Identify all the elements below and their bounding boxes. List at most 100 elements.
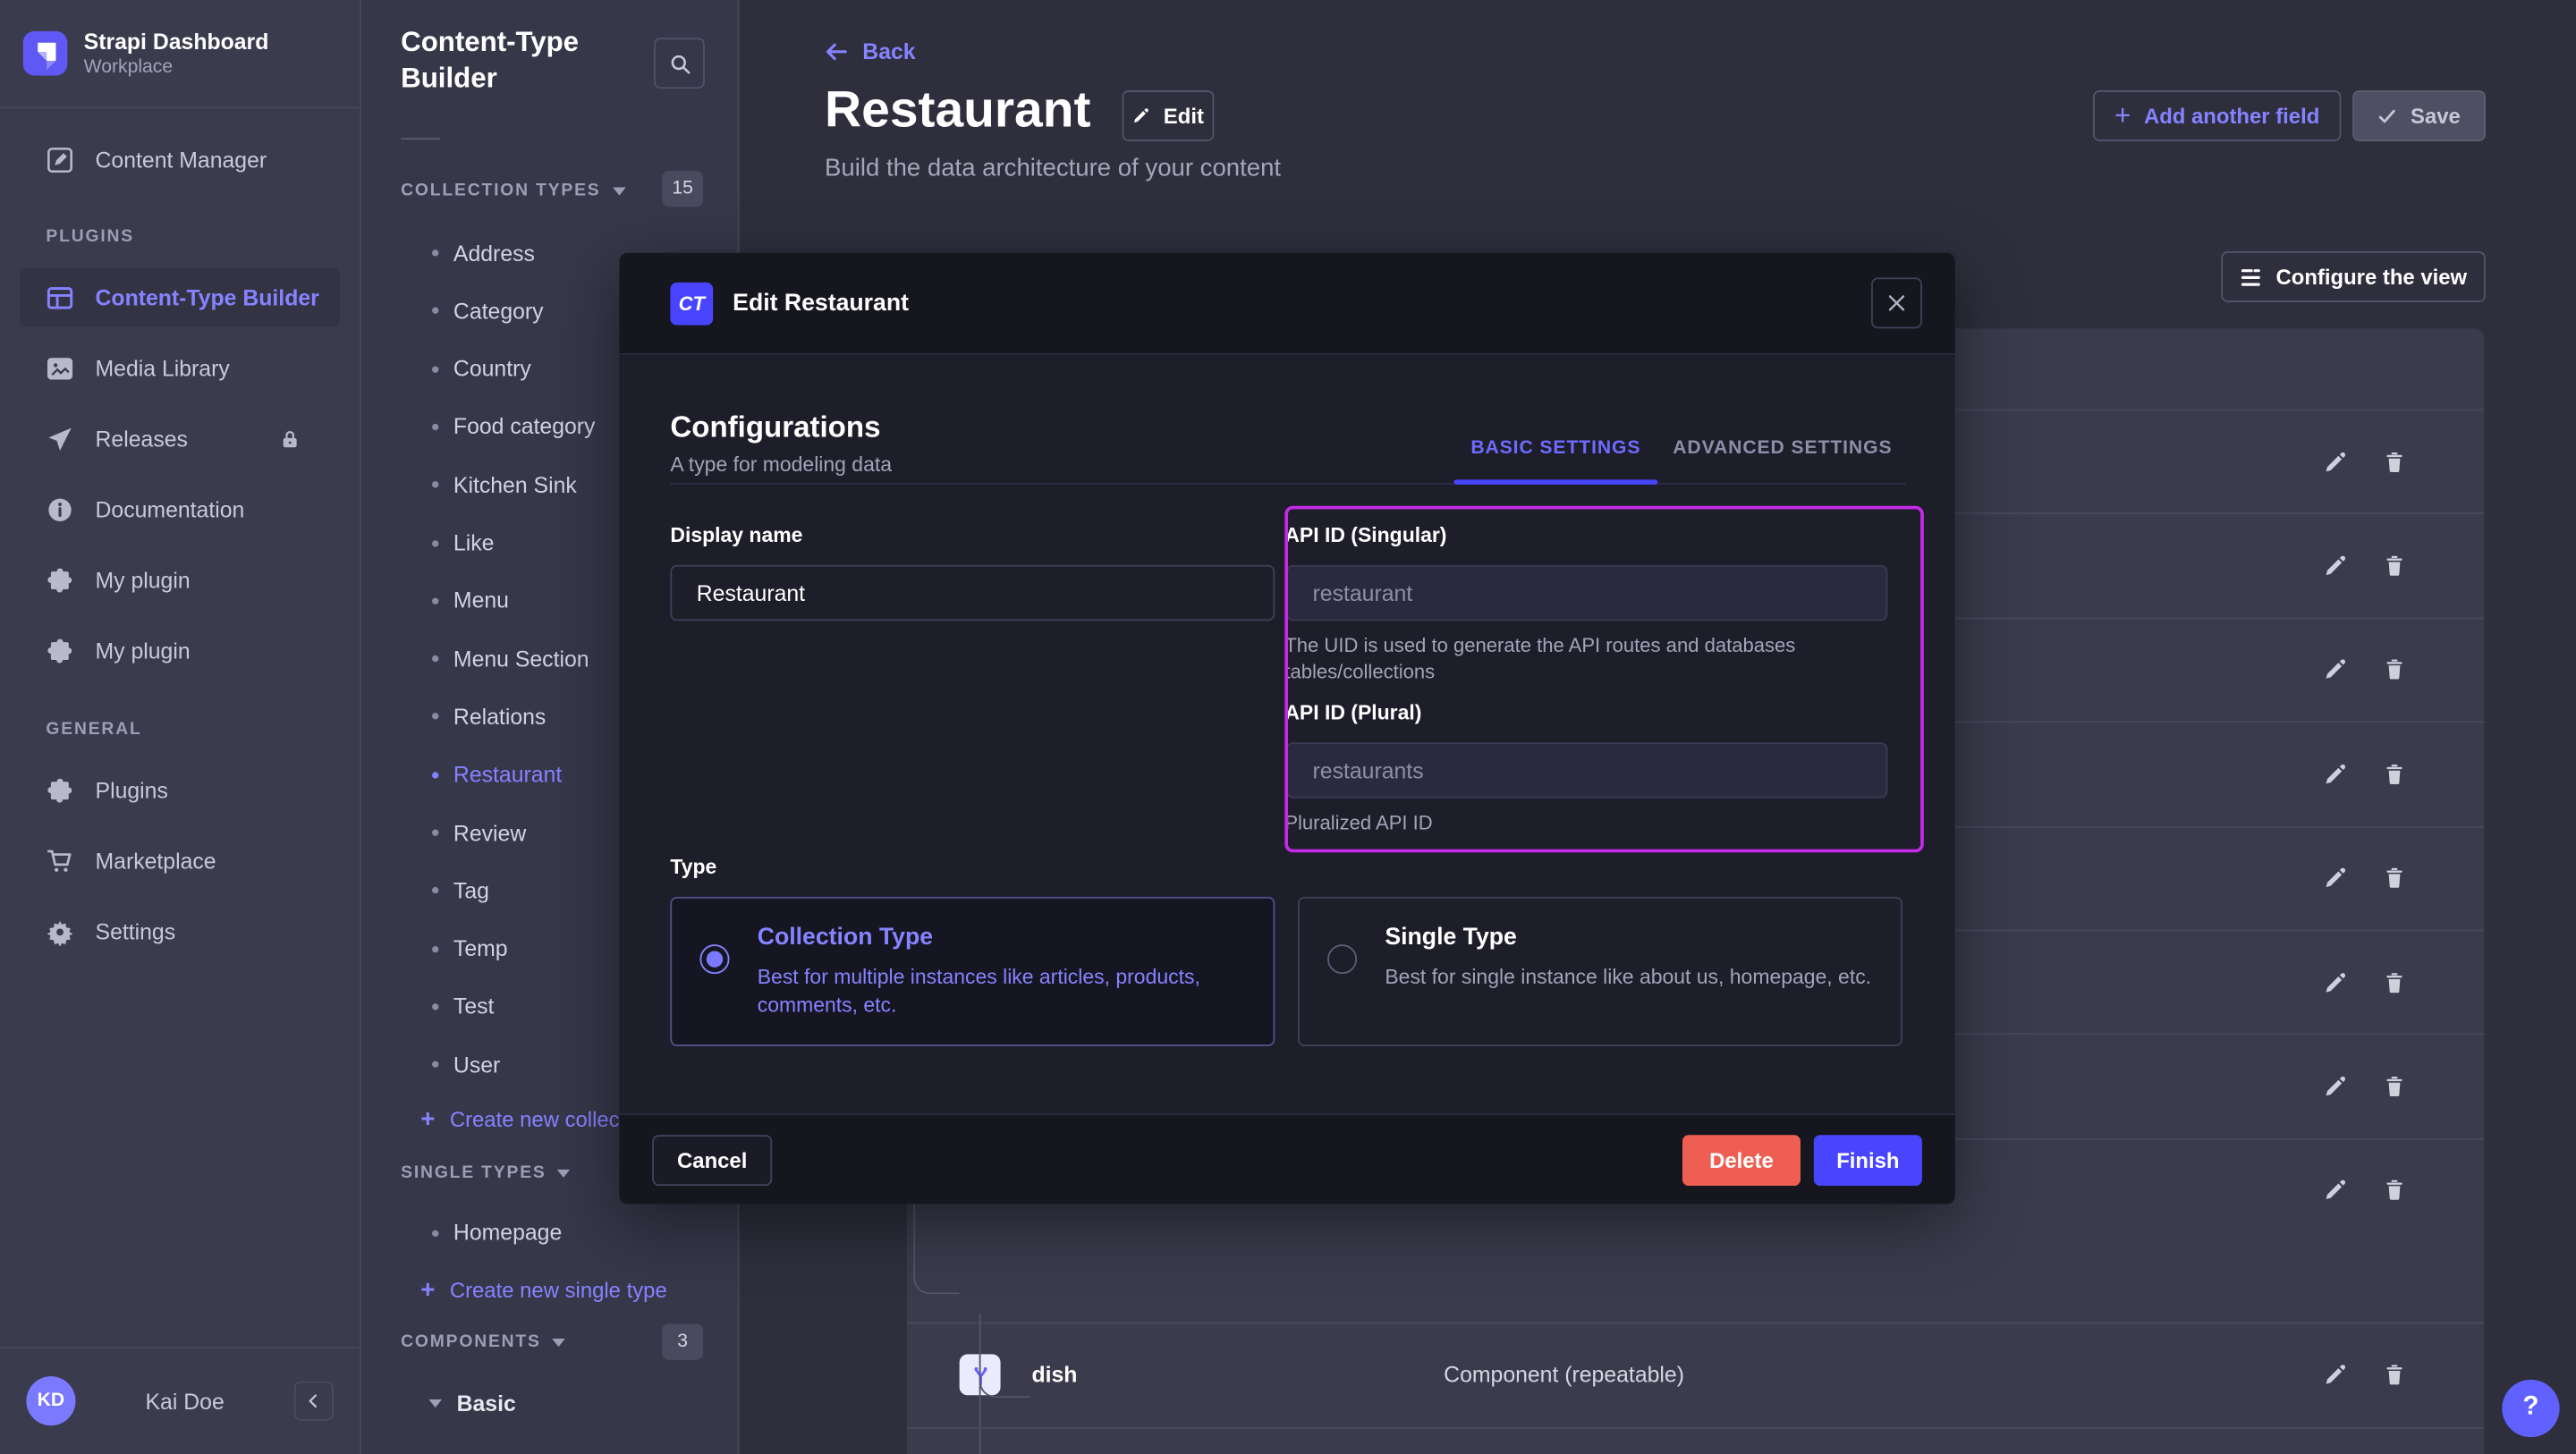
sidebar-item-label: Plugins	[96, 778, 168, 803]
delete-field-button[interactable]	[2382, 1179, 2407, 1204]
pencil-icon	[1132, 106, 1150, 124]
edit-field-button[interactable]	[2323, 1179, 2348, 1204]
bullet-icon	[432, 1230, 438, 1236]
bullet-icon	[432, 482, 438, 488]
general-section-label: GENERAL	[46, 719, 141, 739]
edit-field-button[interactable]	[2323, 762, 2348, 787]
subnav-title: Content-Type Builder	[401, 25, 648, 97]
layout-icon	[46, 283, 73, 311]
radio-unselected-icon[interactable]	[1327, 944, 1357, 974]
sidebar-item-media-library[interactable]: Media Library	[20, 338, 340, 397]
sidebar-item-label: My plugin	[96, 638, 191, 664]
component-group-basic[interactable]: Basic	[428, 1391, 515, 1416]
puzzle-icon	[46, 776, 73, 804]
puzzle-icon	[46, 566, 73, 594]
plus-icon: +	[420, 1105, 435, 1133]
strapi-logo-icon	[23, 31, 68, 76]
pen-icon	[46, 146, 73, 173]
bullet-icon	[432, 249, 438, 256]
radio-selected-icon[interactable]	[699, 944, 729, 974]
delete-field-button[interactable]	[2382, 762, 2407, 787]
search-button[interactable]	[654, 38, 705, 89]
tab-basic-settings[interactable]: BASIC SETTINGS	[1454, 438, 1658, 458]
sidebar-item-settings[interactable]: Settings	[20, 901, 340, 960]
delete-field-button[interactable]	[2382, 658, 2407, 683]
configurations-subtitle: A type for modeling data	[670, 453, 892, 477]
delete-field-button[interactable]	[2382, 450, 2407, 475]
save-button[interactable]: Save	[2352, 90, 2486, 141]
single-types-header[interactable]: SINGLE TYPES	[401, 1162, 571, 1182]
edit-field-button[interactable]	[2323, 1363, 2348, 1388]
delete-field-button[interactable]	[2382, 1074, 2407, 1099]
single-type-item[interactable]: Homepage	[361, 1204, 738, 1262]
edit-button[interactable]: Edit	[1122, 90, 1214, 141]
cart-icon	[46, 847, 73, 875]
sidebar-item-documentation[interactable]: Documentation	[20, 479, 340, 538]
create-single-type-link[interactable]: + Create new single type	[420, 1276, 667, 1304]
sidebar-item-content-manager[interactable]: Content Manager	[20, 130, 340, 189]
card-description: Best for single instance like about us, …	[1385, 964, 1871, 992]
active-tab-underline	[1454, 479, 1658, 485]
sidebar-item-my-plugin-2[interactable]: My plugin	[20, 621, 340, 680]
cancel-button[interactable]: Cancel	[652, 1134, 772, 1185]
help-button[interactable]: ?	[2502, 1379, 2559, 1436]
edit-field-button[interactable]	[2323, 866, 2348, 891]
display-name-input[interactable]	[670, 565, 1275, 621]
info-icon	[46, 495, 73, 523]
configure-the-view-button[interactable]: Configure the view	[2221, 251, 2486, 302]
chevron-down-icon	[612, 186, 625, 194]
finish-button[interactable]: Finish	[1814, 1134, 1922, 1185]
sidebar-item-label: Settings	[96, 919, 176, 944]
collection-type-card[interactable]: Collection Type Best for multiple instan…	[670, 897, 1275, 1046]
delete-field-button[interactable]	[2382, 554, 2407, 579]
sidebar-item-label: Content-Type Builder	[96, 285, 319, 310]
edit-field-button[interactable]	[2323, 450, 2348, 475]
sidebar-item-my-plugin-1[interactable]: My plugin	[20, 550, 340, 609]
single-type-card[interactable]: Single Type Best for single instance lik…	[1298, 897, 1902, 1046]
page-subtitle: Build the data architecture of your cont…	[825, 155, 1281, 182]
bullet-icon	[432, 424, 438, 430]
modal-footer: Cancel Delete Finish	[619, 1113, 1954, 1204]
sidebar-item-label: Media Library	[96, 356, 230, 381]
display-name-label: Display name	[670, 524, 802, 547]
add-another-field-button[interactable]: + Add another field	[2093, 90, 2341, 141]
delete-field-button[interactable]	[2382, 970, 2407, 995]
collection-count-badge: 15	[662, 171, 703, 207]
delete-field-button[interactable]	[2382, 1363, 2407, 1388]
edit-field-button[interactable]	[2323, 970, 2348, 995]
user-name: Kai Doe	[75, 1389, 293, 1414]
brand-subtitle: Workplace	[84, 55, 269, 79]
main-sidebar: Strapi Dashboard Workplace Content Manag…	[0, 0, 361, 1454]
edit-field-button[interactable]	[2323, 1074, 2348, 1099]
close-icon	[1886, 292, 1908, 314]
sidebar-item-plugins[interactable]: Plugins	[20, 760, 340, 819]
brand-title: Strapi Dashboard	[84, 28, 269, 55]
plus-icon: +	[420, 1276, 435, 1304]
collapse-sidebar-button[interactable]	[294, 1382, 334, 1421]
sidebar-item-content-type-builder[interactable]: Content-Type Builder	[20, 267, 340, 326]
tree-connector	[979, 1314, 1030, 1398]
delete-field-button[interactable]	[2382, 866, 2407, 891]
arrow-left-icon	[825, 39, 850, 64]
edit-field-button[interactable]	[2323, 658, 2348, 683]
back-link[interactable]: Back	[825, 39, 916, 64]
delete-button[interactable]: Delete	[1682, 1134, 1801, 1185]
tab-advanced-settings[interactable]: ADVANCED SETTINGS	[1665, 438, 1901, 458]
chevron-down-icon	[557, 1169, 571, 1177]
card-description: Best for multiple instances like article…	[758, 964, 1258, 1019]
tabs-divider	[670, 483, 1905, 485]
bullet-icon	[432, 830, 438, 836]
bullet-icon	[432, 597, 438, 604]
card-title: Single Type	[1385, 925, 1517, 951]
close-modal-button[interactable]	[1871, 277, 1922, 328]
collection-types-header[interactable]: COLLECTION TYPES	[401, 181, 625, 200]
sidebar-item-releases[interactable]: Releases	[20, 409, 340, 468]
puzzle-icon	[46, 637, 73, 664]
edit-field-button[interactable]	[2323, 554, 2348, 579]
sidebar-item-label: Releases	[96, 427, 188, 452]
sidebar-item-label: Marketplace	[96, 849, 216, 874]
components-header[interactable]: COMPONENTS	[401, 1332, 565, 1352]
sidebar-item-marketplace[interactable]: Marketplace	[20, 831, 340, 890]
chevron-down-icon	[428, 1399, 442, 1408]
field-row-dish: dish Component (repeatable)	[907, 1323, 2484, 1426]
